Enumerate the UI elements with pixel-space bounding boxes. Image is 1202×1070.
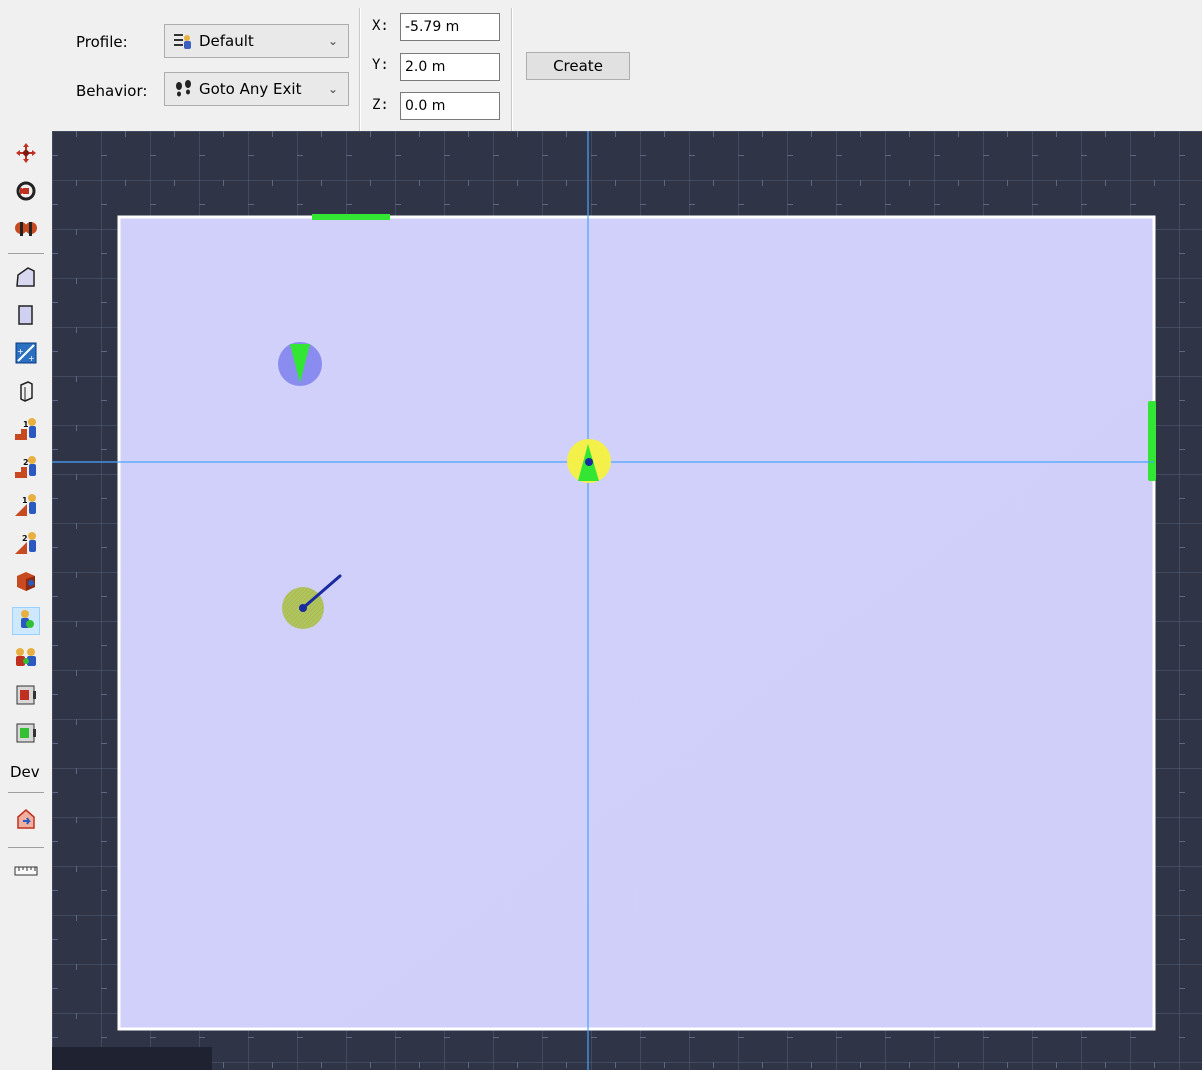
stair-up-1-icon: 1	[13, 416, 39, 446]
move-icon	[14, 141, 38, 169]
z-label: Z:	[372, 97, 389, 113]
exit-red-icon	[14, 683, 38, 711]
selected-occupant-marker[interactable]	[567, 439, 611, 483]
status-overlay	[52, 1047, 212, 1070]
svg-text:2: 2	[23, 458, 29, 467]
rotate-icon	[14, 179, 38, 207]
dev-section-label: Dev	[10, 763, 40, 781]
ruler-icon	[14, 864, 38, 882]
pan-tool[interactable]	[12, 217, 40, 245]
dev-tool[interactable]	[12, 807, 40, 835]
exit-door-top[interactable]	[312, 214, 390, 220]
ramp-2-tool[interactable]: 2	[12, 531, 40, 559]
profile-value: Default	[199, 32, 254, 50]
rotate-tool[interactable]	[12, 179, 40, 207]
pan-icon	[14, 217, 38, 245]
exit-green-tool[interactable]	[12, 721, 40, 749]
wall-icon	[14, 379, 38, 407]
rectangle-tool[interactable]	[12, 303, 40, 331]
rectangle-icon	[14, 303, 38, 331]
occupant-marker[interactable]	[278, 342, 322, 386]
x-label: X:	[372, 18, 389, 34]
tool-palette: + + 1 2 1 2 Dev	[0, 131, 52, 1070]
polygon-icon	[14, 265, 38, 293]
obstruction-icon	[14, 569, 38, 597]
ramp-1-icon: 1	[13, 492, 39, 522]
profile-dropdown[interactable]: Default ⌄	[164, 24, 349, 58]
z-coordinate-field[interactable]	[400, 92, 500, 120]
profile-label: Profile:	[76, 33, 128, 51]
behavior-dropdown[interactable]: Goto Any Exit ⌄	[164, 72, 349, 106]
measure-tool[interactable]	[12, 859, 40, 887]
behavior-value: Goto Any Exit	[199, 80, 302, 98]
occupant-tool[interactable]	[12, 607, 40, 635]
toolbar-divider-highlight	[360, 8, 361, 131]
y-label: Y:	[372, 57, 389, 73]
dev-icon	[14, 807, 38, 835]
exit-door-right[interactable]	[1148, 401, 1156, 481]
svg-text:1: 1	[23, 420, 29, 429]
chevron-down-icon: ⌄	[327, 82, 339, 96]
exit-green-icon	[14, 721, 38, 749]
behavior-label: Behavior:	[76, 82, 148, 100]
occupant-icon	[14, 607, 38, 635]
create-button[interactable]: Create	[526, 52, 630, 80]
door-icon: + +	[14, 341, 38, 369]
toolbar-divider-highlight	[512, 8, 513, 131]
palette-separator	[8, 847, 44, 848]
x-coordinate-field[interactable]	[400, 13, 500, 41]
room-floor[interactable]	[117, 215, 1156, 1031]
move-tool[interactable]	[12, 141, 40, 169]
profile-icon	[173, 31, 193, 51]
footsteps-icon	[173, 79, 193, 99]
svg-text:+: +	[28, 354, 35, 363]
svg-text:1: 1	[22, 496, 28, 505]
stair-up-2-icon: 2	[13, 454, 39, 484]
chevron-down-icon: ⌄	[327, 34, 339, 48]
y-coordinate-field[interactable]	[400, 53, 500, 81]
svg-text:2: 2	[22, 534, 28, 543]
group-icon	[13, 645, 39, 673]
stair-up-2-tool[interactable]: 2	[12, 455, 40, 483]
palette-separator	[8, 792, 44, 793]
obstruction-tool[interactable]	[12, 569, 40, 597]
svg-text:+: +	[17, 347, 24, 356]
wall-tool[interactable]	[12, 379, 40, 407]
polygon-tool[interactable]	[12, 265, 40, 293]
top-toolbar: Profile: Default ⌄ Behavior: Goto Any Ex…	[0, 0, 1202, 131]
floor-plan-canvas[interactable]	[52, 131, 1202, 1070]
stair-up-1-tool[interactable]: 1	[12, 417, 40, 445]
group-tool[interactable]	[12, 645, 40, 673]
canvas-svg	[52, 131, 1202, 1070]
exit-red-tool[interactable]	[12, 683, 40, 711]
door-tool[interactable]: + +	[12, 341, 40, 369]
ramp-1-tool[interactable]: 1	[12, 493, 40, 521]
palette-separator	[8, 253, 44, 254]
ramp-2-icon: 2	[13, 530, 39, 560]
